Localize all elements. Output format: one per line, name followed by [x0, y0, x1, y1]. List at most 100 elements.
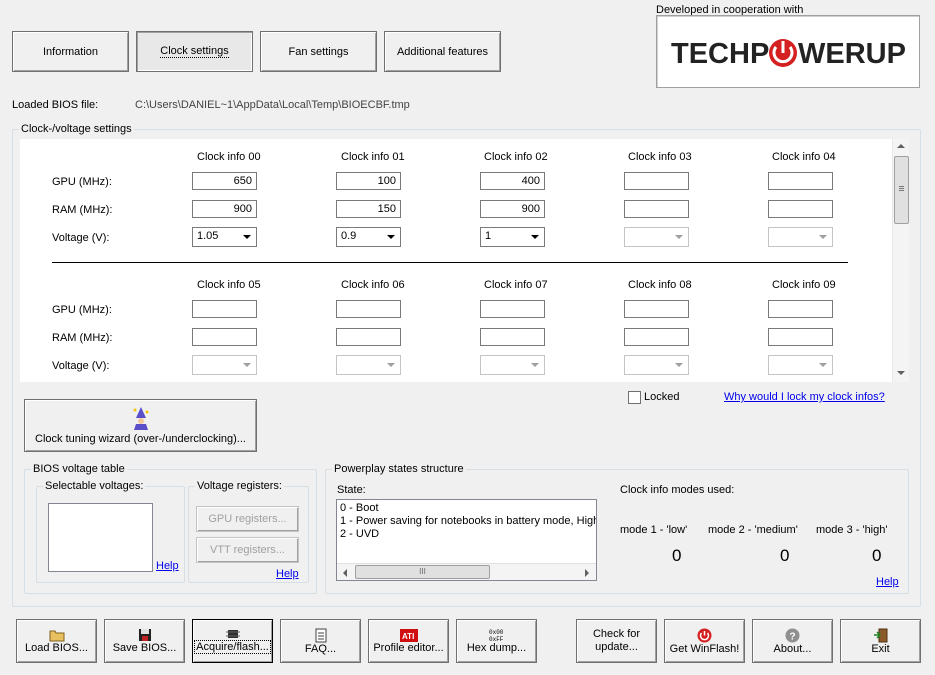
- clock-info-header: Clock info 01: [341, 151, 405, 163]
- check-update-label: Check for update...: [592, 628, 641, 653]
- clock-info-header: Clock info 00: [197, 151, 261, 163]
- ram-label: RAM (MHz):: [52, 204, 113, 216]
- dropdown-arrow-icon: [819, 363, 827, 367]
- voltage-select[interactable]: [336, 355, 401, 375]
- voltage-select[interactable]: [480, 355, 545, 375]
- voltage-select[interactable]: [768, 355, 833, 375]
- tab-information[interactable]: Information: [12, 31, 129, 72]
- ati-icon: ATI: [399, 628, 418, 642]
- ram-clock-input[interactable]: [624, 200, 689, 218]
- scroll-down-arrow-icon[interactable]: [897, 371, 905, 375]
- gpu-clock-input[interactable]: 400: [480, 172, 545, 190]
- locked-checkbox[interactable]: [628, 391, 641, 404]
- selectable-voltages-list[interactable]: [48, 503, 153, 572]
- gpu-clock-input[interactable]: 650: [192, 172, 257, 190]
- voltage-select-value: 1: [485, 230, 492, 242]
- tab-clock-settings[interactable]: Clock settings: [136, 31, 253, 72]
- hex-dump-button[interactable]: 0x00 0xFF Hex dump...: [456, 619, 537, 663]
- dropdown-arrow-icon: [531, 235, 539, 239]
- tab-fan-settings[interactable]: Fan settings: [260, 31, 377, 72]
- h-scroll-thumb[interactable]: III: [355, 565, 490, 579]
- svg-text:TECHP: TECHP: [671, 38, 769, 70]
- powerplay-help-link[interactable]: Help: [876, 576, 899, 588]
- clock-info-header: Clock info 03: [628, 151, 692, 163]
- svg-text:WERUP: WERUP: [798, 38, 906, 70]
- horizontal-scrollbar[interactable]: III: [337, 563, 596, 580]
- exit-button[interactable]: Exit: [840, 619, 921, 663]
- lock-info-link[interactable]: Why would I lock my clock infos?: [724, 391, 885, 403]
- about-button[interactable]: ? About...: [752, 619, 833, 663]
- profile-editor-button[interactable]: ATI Profile editor...: [368, 619, 449, 663]
- gpu-clock-input[interactable]: 100: [336, 172, 401, 190]
- acquire-flash-button[interactable]: Acquire/flash...: [192, 619, 273, 663]
- techpowerup-logo[interactable]: TECHP WERUP: [656, 15, 920, 88]
- ram-clock-input[interactable]: 900: [480, 200, 545, 218]
- load-bios-button[interactable]: Load BIOS...: [16, 619, 97, 663]
- voltage-select[interactable]: 1: [480, 227, 545, 247]
- registers-help-link[interactable]: Help: [276, 568, 299, 580]
- voltage-select[interactable]: [192, 355, 257, 375]
- voltage-help-link[interactable]: Help: [156, 560, 179, 572]
- state-item[interactable]: 2 - UVD: [340, 528, 379, 540]
- vertical-scrollbar[interactable]: [892, 139, 909, 382]
- gpu-clock-input[interactable]: [192, 300, 257, 318]
- gpu-registers-button[interactable]: GPU registers...: [196, 506, 299, 532]
- voltage-select[interactable]: 1.05: [192, 227, 257, 247]
- clock-info-header: Clock info 08: [628, 279, 692, 291]
- voltage-select[interactable]: [624, 227, 689, 247]
- gpu-clock-input[interactable]: [768, 300, 833, 318]
- voltage-select[interactable]: [768, 227, 833, 247]
- voltage-select-value: 1.05: [197, 230, 219, 242]
- scroll-thumb[interactable]: [894, 156, 909, 224]
- hex-icon: 0x000xFF: [489, 629, 504, 642]
- state-label: State:: [337, 484, 366, 496]
- gpu-clock-input[interactable]: [624, 172, 689, 190]
- ram-clock-input[interactable]: 150: [336, 200, 401, 218]
- ram-clock-input[interactable]: [192, 328, 257, 346]
- ram-label: RAM (MHz):: [52, 332, 113, 344]
- vtt-registers-button[interactable]: VTT registers...: [196, 537, 299, 563]
- dropdown-arrow-icon: [387, 363, 395, 367]
- states-list[interactable]: 0 - Boot 1 - Power saving for notebooks …: [336, 499, 597, 581]
- scroll-right-arrow-icon[interactable]: [585, 569, 589, 577]
- profile-editor-label: Profile editor...: [373, 641, 444, 654]
- save-bios-label: Save BIOS...: [112, 642, 177, 654]
- locked-label[interactable]: Locked: [644, 391, 679, 403]
- state-item[interactable]: 0 - Boot: [340, 502, 379, 514]
- check-update-button[interactable]: Check for update...: [576, 619, 657, 663]
- gpu-label: GPU (MHz):: [52, 304, 112, 316]
- gpu-clock-input[interactable]: [336, 300, 401, 318]
- about-label: About...: [773, 642, 812, 655]
- save-bios-button[interactable]: Save BIOS...: [104, 619, 185, 663]
- ram-clock-input[interactable]: [480, 328, 545, 346]
- faq-button[interactable]: FAQ...: [280, 619, 361, 663]
- gpu-clock-input[interactable]: [768, 172, 833, 190]
- gpu-clock-input[interactable]: [480, 300, 545, 318]
- get-winflash-button[interactable]: Get WinFlash!: [664, 619, 745, 663]
- wizard-icon: [133, 407, 148, 430]
- exit-door-icon: [873, 628, 887, 642]
- ram-clock-input[interactable]: [624, 328, 689, 346]
- dropdown-arrow-icon: [819, 235, 827, 239]
- ram-clock-input[interactable]: [768, 200, 833, 218]
- gpu-clock-input[interactable]: [624, 300, 689, 318]
- mode-2-value: 0: [780, 546, 790, 565]
- acquire-flash-label: Acquire/flash...: [194, 640, 271, 654]
- document-icon: [315, 628, 326, 642]
- dropdown-arrow-icon: [675, 363, 683, 367]
- scroll-left-arrow-icon[interactable]: [343, 569, 347, 577]
- faq-label: FAQ...: [304, 642, 337, 655]
- state-item[interactable]: 1 - Power saving for notebooks in batter…: [340, 515, 596, 527]
- voltage-select[interactable]: [624, 355, 689, 375]
- scroll-up-arrow-icon[interactable]: [897, 144, 905, 148]
- voltage-select[interactable]: 0.9: [336, 227, 401, 247]
- mode-1-label: mode 1 - 'low': [620, 524, 688, 536]
- dropdown-arrow-icon: [531, 363, 539, 367]
- ram-clock-input[interactable]: [336, 328, 401, 346]
- gpu-label: GPU (MHz):: [52, 176, 112, 188]
- clock-tuning-wizard-button[interactable]: Clock tuning wizard (over-/underclocking…: [24, 399, 257, 452]
- voltage-label: Voltage (V):: [52, 360, 110, 372]
- tab-additional-features[interactable]: Additional features: [384, 31, 501, 72]
- ram-clock-input[interactable]: 900: [192, 200, 257, 218]
- ram-clock-input[interactable]: [768, 328, 833, 346]
